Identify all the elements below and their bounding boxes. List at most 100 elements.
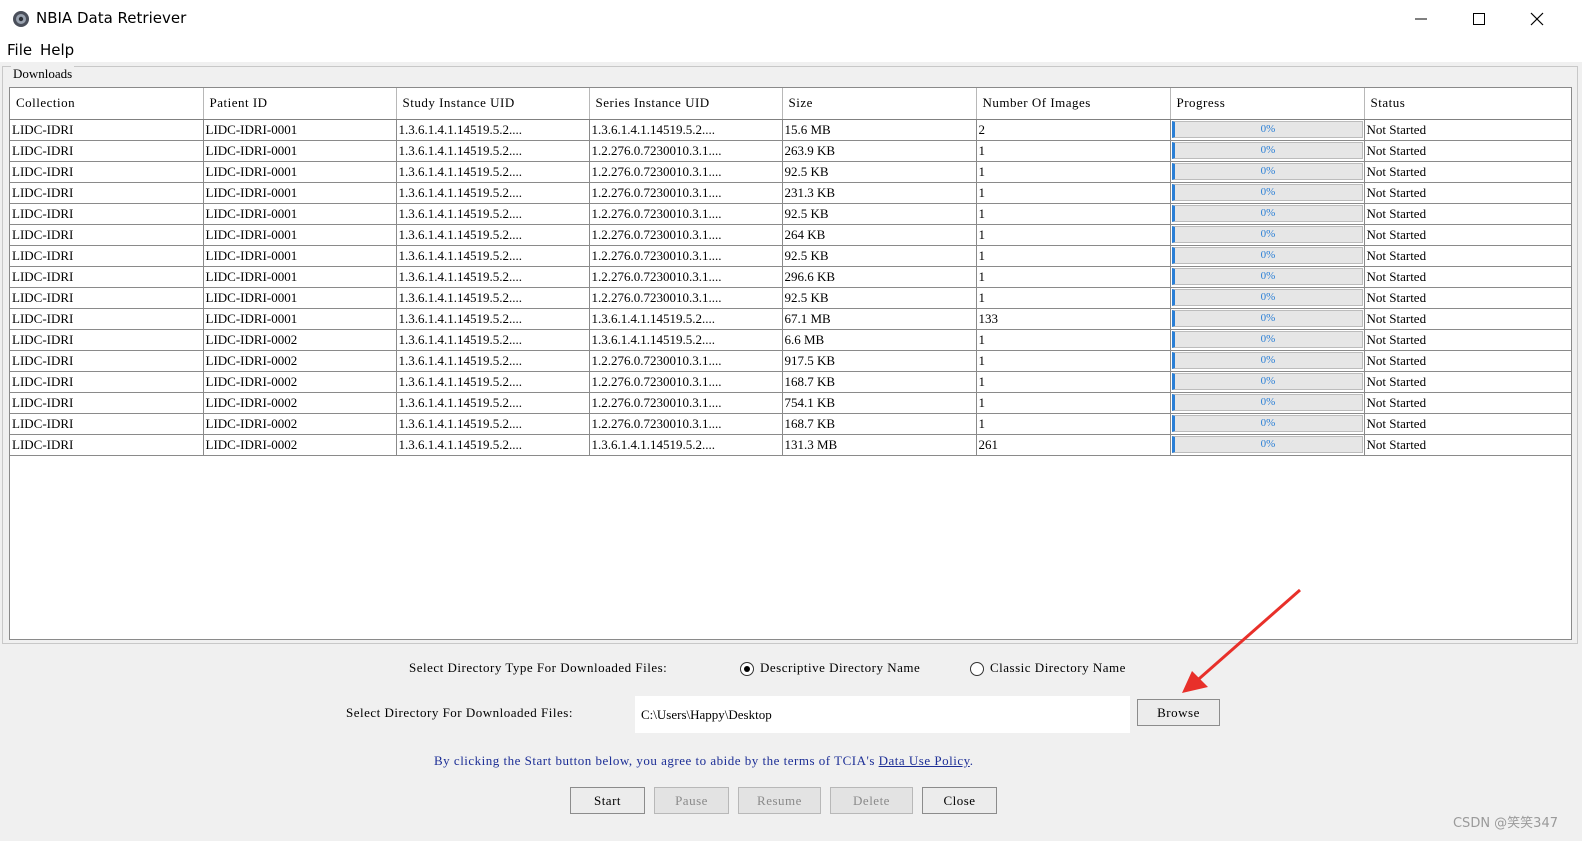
cell-series-instance-uid: 1.2.276.0.7230010.3.1.... [589,350,783,372]
directory-type-label: Select Directory Type For Downloaded Fil… [409,660,668,675]
column-header-size[interactable]: Size [782,88,977,120]
table-row[interactable]: LIDC-IDRI LIDC-IDRI-0002 1.3.6.1.4.1.14519… [10,392,1571,414]
browse-button[interactable]: Browse [1137,699,1220,726]
menu-file[interactable]: File [7,41,32,59]
cell-study-instance-uid: 1.3.6.1.4.1.14519.5.2.... [396,350,590,372]
watermark: CSDN @笑笑347 [1452,816,1558,831]
column-header-status[interactable]: Status [1364,88,1571,120]
cell-status: Not Started [1364,266,1571,288]
table-row[interactable]: LIDC-IDRI LIDC-IDRI-0001 1.3.6.1.4.1.14519… [10,161,1571,183]
radio-classic-directory[interactable] [970,662,984,676]
cell-number-of-images: 1 [976,392,1171,414]
table-row[interactable]: LIDC-IDRI LIDC-IDRI-0002 1.3.6.1.4.1.14519… [10,350,1571,372]
table-row[interactable]: LIDC-IDRI LIDC-IDRI-0002 1.3.6.1.4.1.14519… [10,371,1571,393]
cell-size: 264 KB [782,224,977,246]
cell-patient-id: LIDC-IDRI-0002 [203,329,397,351]
table-row[interactable]: LIDC-IDRI LIDC-IDRI-0001 1.3.6.1.4.1.14519… [10,308,1571,330]
table-row[interactable]: LIDC-IDRI LIDC-IDRI-0001 1.3.6.1.4.1.14519… [10,266,1571,288]
menu-help[interactable]: Help [40,41,74,59]
progress-cell: 0% [1170,245,1365,267]
table-row[interactable]: LIDC-IDRI LIDC-IDRI-0001 1.3.6.1.4.1.14519… [10,182,1571,204]
progress-bar: 0% [1171,393,1363,411]
maximize-button[interactable] [1450,0,1508,38]
column-header-progress[interactable]: Progress [1170,88,1365,120]
cell-status: Not Started [1364,392,1571,414]
table-row[interactable]: LIDC-IDRI LIDC-IDRI-0001 1.3.6.1.4.1.14519… [10,287,1571,309]
table-row[interactable]: LIDC-IDRI LIDC-IDRI-0002 1.3.6.1.4.1.14519… [10,434,1571,456]
progress-bar: 0% [1171,141,1363,159]
cell-number-of-images: 133 [976,308,1171,330]
close-button[interactable]: Close [922,787,997,814]
column-header-collection[interactable]: Collection [10,88,204,120]
progress-bar: 0% [1171,204,1363,222]
cell-series-instance-uid: 1.2.276.0.7230010.3.1.... [589,287,783,309]
close-window-button[interactable] [1508,0,1566,38]
column-header-number-of-images[interactable]: Number Of Images [976,88,1171,120]
cell-study-instance-uid: 1.3.6.1.4.1.14519.5.2.... [396,224,590,246]
table-row[interactable]: LIDC-IDRI LIDC-IDRI-0001 1.3.6.1.4.1.14519… [10,224,1571,246]
cell-series-instance-uid: 1.2.276.0.7230010.3.1.... [589,413,783,435]
radio-descriptive-directory[interactable] [740,662,754,676]
progress-bar: 0% [1171,120,1363,138]
cell-patient-id: LIDC-IDRI-0002 [203,371,397,393]
progress-cell: 0% [1170,371,1365,393]
cell-size: 296.6 KB [782,266,977,288]
cell-collection: LIDC-IDRI [10,371,204,393]
cell-size: 6.6 MB [782,329,977,351]
table-row[interactable]: LIDC-IDRI LIDC-IDRI-0001 1.3.6.1.4.1.14519… [10,140,1571,162]
table-row[interactable]: LIDC-IDRI LIDC-IDRI-0001 1.3.6.1.4.1.14519… [10,203,1571,225]
column-header-series-instance-uid[interactable]: Series Instance UID [589,88,783,120]
table-row[interactable]: LIDC-IDRI LIDC-IDRI-0001 1.3.6.1.4.1.14519… [10,119,1571,141]
cell-size: 168.7 KB [782,413,977,435]
cell-size: 92.5 KB [782,161,977,183]
cell-number-of-images: 1 [976,161,1171,183]
directory-path-input[interactable] [635,696,1130,733]
cell-study-instance-uid: 1.3.6.1.4.1.14519.5.2.... [396,287,590,309]
delete-button[interactable]: Delete [830,787,913,814]
downloads-table-container[interactable]: Collection Patient ID Study Instance UID Se… [9,87,1572,640]
cell-series-instance-uid: 1.3.6.1.4.1.14519.5.2.... [589,329,783,351]
data-use-policy-link[interactable]: Data Use Policy [879,753,970,768]
cell-study-instance-uid: 1.3.6.1.4.1.14519.5.2.... [396,434,590,456]
minimize-button[interactable] [1392,0,1450,38]
progress-bar: 0% [1171,183,1363,201]
cell-number-of-images: 1 [976,329,1171,351]
radio-classic-label[interactable]: Classic Directory Name [990,660,1126,676]
cell-study-instance-uid: 1.3.6.1.4.1.14519.5.2.... [396,329,590,351]
table-row[interactable]: LIDC-IDRI LIDC-IDRI-0002 1.3.6.1.4.1.14519… [10,329,1571,351]
cell-series-instance-uid: 1.2.276.0.7230010.3.1.... [589,203,783,225]
notice-end: . [969,753,974,768]
cell-collection: LIDC-IDRI [10,308,204,330]
cell-patient-id: LIDC-IDRI-0001 [203,224,397,246]
resume-button[interactable]: Resume [738,787,821,814]
radio-descriptive-label[interactable]: Descriptive Directory Name [760,660,920,676]
pause-button[interactable]: Pause [654,787,729,814]
cell-status: Not Started [1364,308,1571,330]
table-row[interactable]: LIDC-IDRI LIDC-IDRI-0002 1.3.6.1.4.1.14519… [10,413,1571,435]
cell-series-instance-uid: 1.2.276.0.7230010.3.1.... [589,392,783,414]
progress-cell: 0% [1170,161,1365,183]
cell-size: 92.5 KB [782,203,977,225]
progress-bar: 0% [1171,351,1363,369]
cell-number-of-images: 1 [976,245,1171,267]
cell-study-instance-uid: 1.3.6.1.4.1.14519.5.2.... [396,392,590,414]
close-icon [1530,12,1544,26]
cell-size: 67.1 MB [782,308,977,330]
column-header-patient-id[interactable]: Patient ID [203,88,397,120]
progress-bar: 0% [1171,225,1363,243]
minimize-icon [1415,18,1427,20]
cell-study-instance-uid: 1.3.6.1.4.1.14519.5.2.... [396,203,590,225]
progress-bar: 0% [1171,435,1363,453]
maximize-icon [1473,13,1485,25]
progress-bar: 0% [1171,309,1363,327]
progress-bar: 0% [1171,267,1363,285]
progress-bar: 0% [1171,246,1363,264]
window-title: NBIA Data Retriever [36,9,187,27]
start-button[interactable]: Start [570,787,645,814]
cell-size: 168.7 KB [782,371,977,393]
cell-number-of-images: 2 [976,119,1171,141]
column-header-study-instance-uid[interactable]: Study Instance UID [396,88,590,120]
cell-size: 754.1 KB [782,392,977,414]
table-row[interactable]: LIDC-IDRI LIDC-IDRI-0001 1.3.6.1.4.1.14519… [10,245,1571,267]
cell-series-instance-uid: 1.2.276.0.7230010.3.1.... [589,161,783,183]
